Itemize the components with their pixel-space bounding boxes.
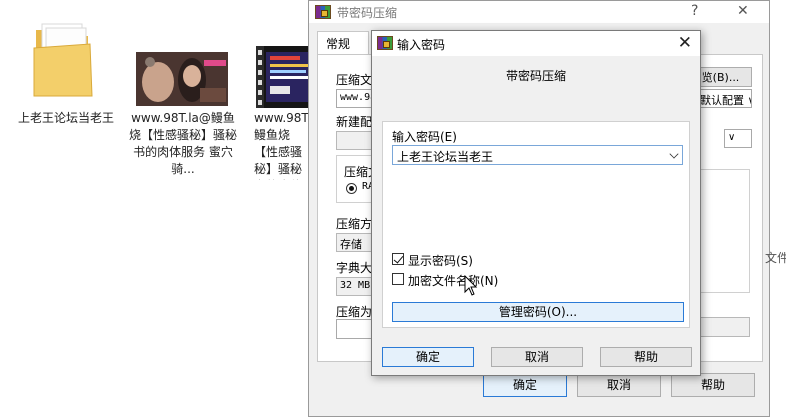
options-group bbox=[696, 169, 750, 293]
dialog-help-button[interactable]: 帮助 bbox=[600, 347, 692, 367]
dialog-titlebar: 输入密码 ✕ bbox=[372, 31, 700, 56]
manage-passwords-button[interactable]: 管理密码(O)... bbox=[392, 302, 684, 322]
update-mode-dropdown[interactable]: ∨ bbox=[724, 129, 752, 148]
side-text: 文件 bbox=[765, 251, 786, 265]
folder-label[interactable]: 上老王论坛当老王 bbox=[18, 110, 114, 127]
back-window-title: 带密码压缩 bbox=[337, 6, 398, 20]
dialog-header: 带密码压缩 bbox=[505, 69, 566, 83]
back-ok-button[interactable]: 确定 bbox=[483, 373, 567, 397]
video-thumbnail-2[interactable] bbox=[256, 46, 314, 108]
show-password-label[interactable]: 显示密码(S) bbox=[408, 252, 473, 269]
dialog-ok-button[interactable]: 确定 bbox=[382, 347, 474, 367]
show-password-checkbox[interactable] bbox=[392, 253, 404, 265]
dialog-close-icon[interactable]: ✕ bbox=[678, 33, 692, 53]
video-thumbnail-1[interactable] bbox=[136, 52, 228, 106]
encrypt-names-label[interactable]: 加密文件名称(N) bbox=[408, 272, 498, 289]
chevron-down-icon[interactable] bbox=[669, 149, 679, 159]
profile-select[interactable]: 默认配置 ∨ bbox=[696, 89, 752, 108]
folder-icon[interactable] bbox=[30, 18, 98, 98]
back-titlebar: 带密码压缩 ? ✕ bbox=[309, 1, 769, 23]
password-dialog: 输入密码 ✕ 带密码压缩 输入密码(E) 上老王论坛当老王 显示密码(S) 加密… bbox=[371, 30, 701, 376]
password-group: 输入密码(E) 上老王论坛当老王 显示密码(S) 加密文件名称(N) 管理密码(… bbox=[382, 121, 690, 328]
parameters-button[interactable] bbox=[696, 317, 750, 337]
format-rar-radio[interactable] bbox=[346, 183, 357, 194]
dialog-title: 输入密码 bbox=[397, 38, 446, 52]
back-cancel-button[interactable]: 取消 bbox=[577, 373, 661, 397]
encrypt-names-checkbox[interactable] bbox=[392, 273, 404, 285]
back-help-button[interactable]: 帮助 bbox=[671, 373, 755, 397]
mouse-cursor-icon bbox=[464, 274, 478, 300]
close-icon[interactable]: ✕ bbox=[737, 3, 749, 19]
tab-general[interactable]: 常规 bbox=[317, 31, 369, 55]
file2-label[interactable]: www.98T.la@鳗鱼烧【性感骚秘】骚秘书的肉体服务 bbox=[254, 110, 308, 180]
password-combobox[interactable]: 上老王论坛当老王 bbox=[392, 145, 683, 165]
password-label: 输入密码(E) bbox=[392, 130, 457, 144]
help-title-button[interactable]: ? bbox=[691, 3, 698, 19]
file1-label[interactable]: www.98T.la@鳗鱼烧【性感骚秘】骚秘书的肉体服务 蜜穴骑... bbox=[128, 110, 238, 178]
winrar-icon bbox=[377, 36, 393, 50]
password-value: 上老王论坛当老王 bbox=[397, 150, 494, 164]
dialog-cancel-button[interactable]: 取消 bbox=[491, 347, 583, 367]
winrar-icon bbox=[315, 5, 331, 19]
